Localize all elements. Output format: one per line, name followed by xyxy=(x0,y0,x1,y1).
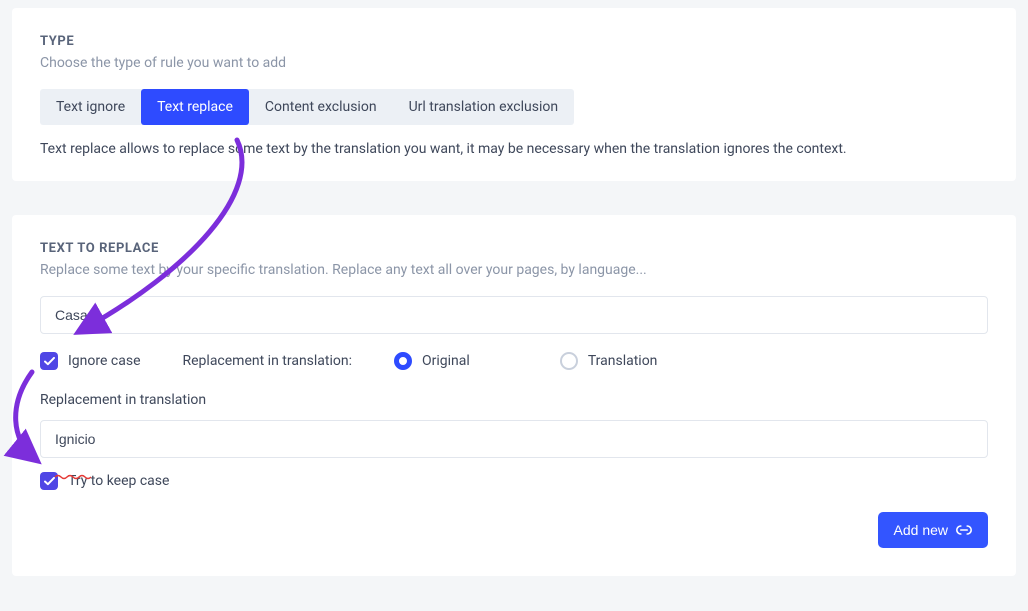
add-new-button-label: Add new xyxy=(894,522,948,538)
type-card: TYPE Choose the type of rule you want to… xyxy=(12,8,1016,181)
type-subtitle: Choose the type of rule you want to add xyxy=(40,55,988,71)
check-icon xyxy=(44,357,55,366)
type-description: Text replace allows to replace some text… xyxy=(40,141,988,157)
rule-type-tabs: Text ignore Text replace Content exclusi… xyxy=(40,89,574,125)
add-new-button[interactable]: Add new xyxy=(878,512,988,548)
options-row: Ignore case Replacement in translation: … xyxy=(40,352,988,370)
replacement-radio-group: Original Translation xyxy=(394,352,657,370)
button-row: Add new xyxy=(40,512,988,548)
ignore-case-checkbox[interactable] xyxy=(40,352,58,370)
tab-text-replace[interactable]: Text replace xyxy=(141,89,249,125)
keep-case-wrap: Try to keep case xyxy=(40,472,988,490)
text-to-replace-input[interactable] xyxy=(40,296,988,334)
link-icon xyxy=(956,524,972,536)
radio-translation[interactable] xyxy=(560,352,578,370)
tab-text-ignore[interactable]: Text ignore xyxy=(40,89,141,125)
radio-original-label: Original xyxy=(422,353,470,369)
check-icon xyxy=(44,477,55,486)
radio-original[interactable] xyxy=(394,352,412,370)
replacement-field-label: Replacement in translation xyxy=(40,392,988,408)
replacement-in-label: Replacement in translation: xyxy=(183,353,353,369)
radio-translation-wrap: Translation xyxy=(560,352,658,370)
type-title: TYPE xyxy=(40,34,988,49)
text-to-replace-card: TEXT TO REPLACE Replace some text by you… xyxy=(12,215,1016,576)
ignore-case-label: Ignore case xyxy=(68,353,141,369)
radio-original-wrap: Original xyxy=(394,352,470,370)
radio-translation-label: Translation xyxy=(588,353,658,369)
replace-subtitle: Replace some text by your specific trans… xyxy=(40,262,988,278)
ignore-case-wrap: Ignore case xyxy=(40,352,141,370)
keep-case-checkbox[interactable] xyxy=(40,472,58,490)
keep-case-label: Try to keep case xyxy=(68,473,169,489)
replace-title: TEXT TO REPLACE xyxy=(40,241,988,256)
tab-content-exclusion[interactable]: Content exclusion xyxy=(249,89,393,125)
replacement-input[interactable] xyxy=(40,420,988,458)
tab-url-translation-exclusion[interactable]: Url translation exclusion xyxy=(393,89,575,125)
